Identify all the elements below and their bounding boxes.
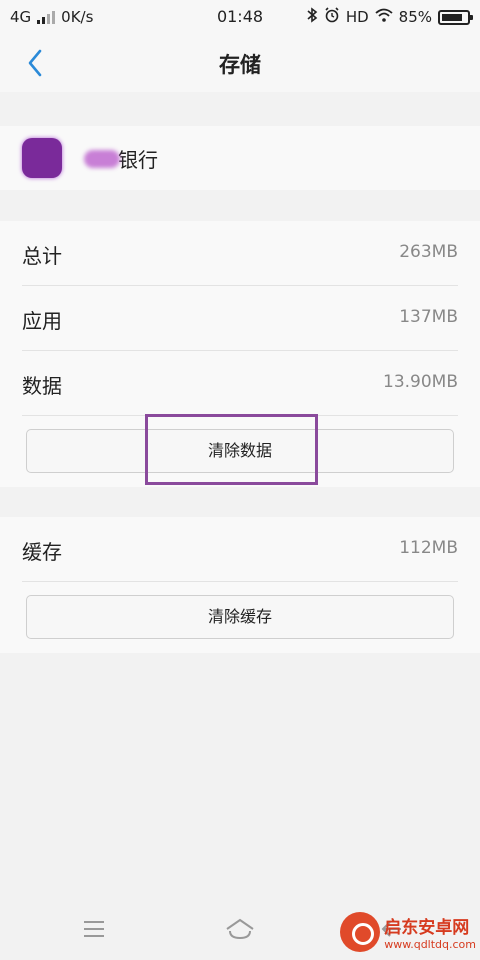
watermark: 启东安卓网 www.qdltdq.com (340, 912, 476, 952)
battery-icon (438, 9, 473, 25)
total-label: 总计 (22, 244, 62, 268)
watermark-logo-icon (340, 912, 381, 952)
app-header: 存储 (0, 34, 480, 92)
redaction-mark (84, 149, 120, 168)
app-name: 银行 (118, 148, 158, 172)
watermark-url: www.qdltdq.com (384, 938, 476, 951)
bluetooth-icon (306, 7, 318, 27)
alarm-icon (324, 7, 340, 27)
home-button[interactable] (220, 912, 260, 946)
cache-row: 缓存 112MB (22, 517, 458, 582)
app-size-value: 137MB (399, 307, 458, 327)
page-title: 存储 (219, 53, 261, 77)
hd-label: HD (345, 8, 369, 26)
data-size-value: 13.90MB (383, 372, 458, 392)
battery-fill (442, 13, 462, 21)
cache-label: 缓存 (22, 540, 62, 564)
clear-cache-button[interactable]: 清除缓存 (26, 595, 454, 639)
cache-value: 112MB (399, 538, 458, 558)
app-name-wrap: 银行 (84, 144, 158, 173)
wifi-icon (375, 8, 393, 26)
status-right: HD 85% (306, 7, 473, 27)
storage-row-app: 应用 137MB (22, 286, 458, 351)
app-size-label: 应用 (22, 309, 62, 333)
total-value: 263MB (399, 242, 458, 262)
app-icon (22, 138, 62, 178)
watermark-text: 启东安卓网 www.qdltdq.com (384, 913, 476, 951)
clear-data-button[interactable]: 清除数据 (26, 429, 454, 473)
home-icon (226, 918, 254, 940)
battery-percent: 85% (398, 8, 432, 26)
data-size-label: 数据 (22, 374, 62, 398)
app-info-card: 银行 (0, 126, 480, 190)
watermark-name: 启东安卓网 (384, 918, 470, 938)
menu-button[interactable] (74, 912, 114, 946)
storage-card: 总计 263MB 应用 137MB 数据 13.90MB 清除数据 (0, 221, 480, 487)
storage-row-data: 数据 13.90MB (22, 351, 458, 416)
storage-row-total: 总计 263MB (22, 221, 458, 286)
status-bar: 4G 0K/s 01:48 HD 85% (0, 0, 480, 34)
menu-icon (84, 921, 104, 937)
cache-card: 缓存 112MB 清除缓存 (0, 517, 480, 653)
